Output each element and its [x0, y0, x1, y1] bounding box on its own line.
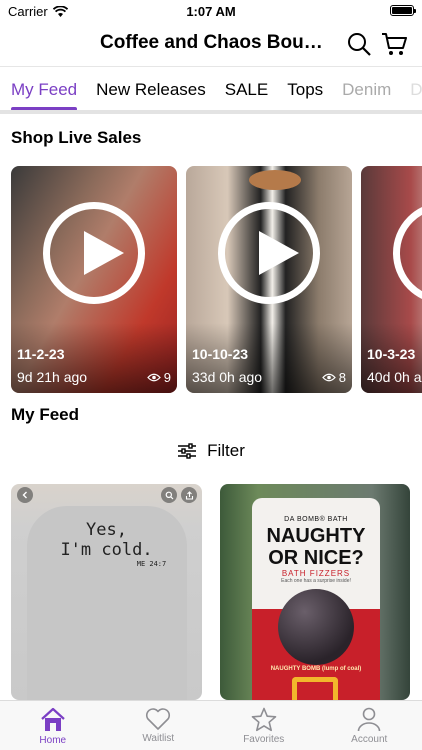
share-button[interactable] — [181, 487, 197, 503]
live-sale-date: 10-10-23 — [192, 346, 249, 362]
live-sale-views: 8 — [321, 370, 346, 385]
filter-label: Filter — [207, 441, 245, 460]
tab-divider — [0, 110, 422, 114]
feed-title: My Feed — [11, 405, 80, 424]
tab-bar-label: Home — [39, 735, 67, 746]
heart-icon — [146, 708, 171, 730]
product-tagline: Each one has a surprise inside! — [281, 578, 351, 584]
search-icon — [165, 491, 173, 499]
product-headline-2: OR NICE? — [268, 547, 364, 569]
tab-tops[interactable]: Tops — [287, 67, 323, 113]
chevron-left-icon — [22, 491, 27, 499]
filter-button[interactable]: Filter — [0, 441, 422, 461]
tab-denim[interactable]: Denim — [342, 67, 391, 113]
bottom-tab-bar: Home Waitlist Favorites Account — [0, 700, 422, 750]
shirt-text-line-2: I'm cold. — [60, 540, 153, 560]
tab-bar-label: Account — [351, 734, 388, 745]
view-count: 8 — [338, 370, 346, 385]
tab-sale[interactable]: SALE — [225, 67, 268, 113]
tab-partial[interactable]: D — [410, 67, 422, 113]
tab-my-feed[interactable]: My Feed — [11, 67, 78, 113]
star-icon — [251, 707, 277, 732]
battery-icon — [390, 5, 416, 16]
live-sale-views: 9 — [146, 370, 171, 385]
cart-button[interactable] — [380, 30, 408, 58]
feed-product-card[interactable]: Yes, I'm cold. ME 24:7 — [11, 484, 202, 700]
live-sales-title: Shop Live Sales — [11, 128, 142, 147]
product-headline-1: NAUGHTY — [266, 525, 366, 547]
live-sale-card[interactable]: 10-10-23 33d 0h ago 8 — [186, 166, 352, 393]
buckle-shape — [292, 677, 338, 700]
feed-product-card[interactable]: DA BOMB® BATH NAUGHTY OR NICE? BATH FIZZ… — [220, 484, 410, 700]
status-bar: Carrier 1:07 AM — [0, 0, 422, 22]
live-sale-card[interactable]: 11-2-23 9d 21h ago 9 — [11, 166, 177, 393]
play-icon — [218, 202, 320, 304]
tab-bar-label: Favorites — [243, 734, 285, 745]
tab-new-releases[interactable]: New Releases — [96, 67, 206, 113]
live-sale-date: 10-3-23 — [367, 346, 416, 362]
eye-icon — [321, 373, 336, 382]
tab-bar-waitlist[interactable]: Waitlist — [106, 701, 212, 750]
home-icon — [41, 707, 65, 731]
tab-bar-label: Waitlist — [142, 733, 175, 744]
store-title: Coffee and Chaos Bouti... — [100, 32, 325, 53]
back-button[interactable] — [17, 487, 33, 503]
category-tabs: My Feed New Releases SALE Tops Denim D — [0, 66, 422, 114]
clock: 1:07 AM — [186, 4, 236, 19]
tab-bar-home[interactable]: Home — [0, 701, 106, 750]
live-sales-carousel: 11-2-23 9d 21h ago 9 10-10-23 33d 0h ago… — [11, 166, 422, 394]
person-icon — [357, 707, 381, 732]
search-button[interactable] — [345, 30, 373, 58]
header: Coffee and Chaos Bouti... — [0, 22, 422, 66]
view-count: 9 — [163, 370, 171, 385]
cart-icon — [382, 33, 407, 55]
play-icon — [43, 202, 145, 304]
live-sale-ago: 33d 0h ago — [192, 369, 263, 385]
live-sale-card[interactable]: 10-3-23 40d 0h a — [361, 166, 422, 393]
filter-icon — [178, 443, 197, 459]
zoom-button[interactable] — [161, 487, 177, 503]
search-icon — [348, 33, 371, 56]
hat-shape — [249, 170, 301, 190]
product-brand: DA BOMB® BATH — [284, 516, 348, 523]
live-sale-ago: 9d 21h ago — [17, 369, 88, 385]
shirt-text-line-1: Yes, — [86, 520, 127, 540]
eye-icon — [146, 373, 161, 382]
live-sale-ago: 40d 0h a — [367, 369, 422, 385]
shirt-text-line-3: ME 24:7 — [136, 560, 167, 568]
share-icon — [185, 490, 193, 500]
live-sale-date: 11-2-23 — [17, 346, 65, 362]
product-band-text: NAUGHTY BOMB (lump of coal) — [270, 666, 362, 672]
tab-bar-account[interactable]: Account — [317, 701, 422, 750]
bath-bomb-shape — [278, 589, 354, 665]
tab-bar-favorites[interactable]: Favorites — [211, 701, 317, 750]
product-sub: BATH FIZZERS — [281, 569, 351, 578]
